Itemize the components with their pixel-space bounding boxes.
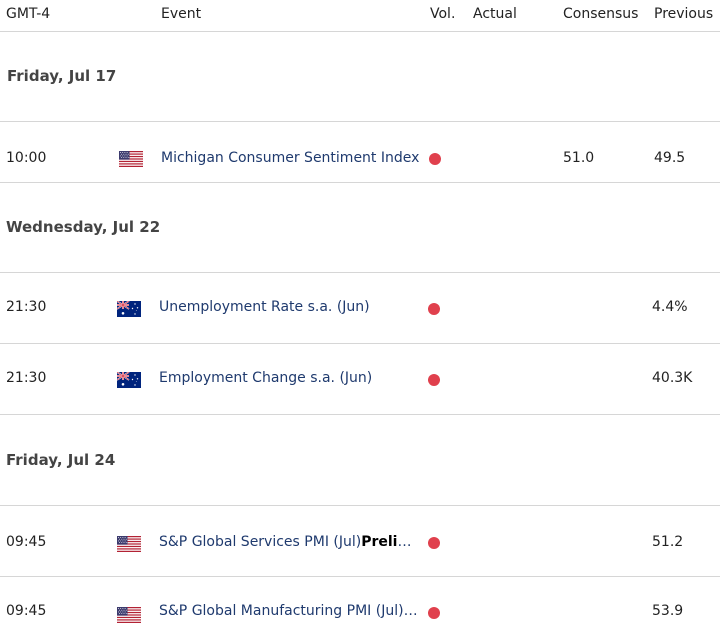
consensus-value: 51.0 xyxy=(563,150,595,166)
volatility-dot xyxy=(429,153,441,165)
table-row[interactable]: 21:30 Unemployment Rate s.a. (Jun) 4.4% xyxy=(0,273,720,344)
au-flag-icon xyxy=(117,372,141,388)
table-row[interactable]: 10:00 Michigan Consumer Sentiment Index … xyxy=(0,122,720,183)
previous-value: 53.9 xyxy=(652,603,684,619)
previous-value: 51.2 xyxy=(652,534,684,550)
consensus-column-header: Consensus xyxy=(563,6,639,22)
event-time: 21:30 xyxy=(6,299,47,315)
volatility-dot xyxy=(428,374,440,386)
volatility-dot xyxy=(428,607,440,619)
previous-column-header: Previous xyxy=(654,6,714,22)
event-name[interactable]: S&P Global Manufacturing PMI (Jul)Prelim… xyxy=(159,603,425,619)
volatility-dot xyxy=(428,303,440,315)
event-name[interactable]: S&P Global Services PMI (Jul)Preliminary xyxy=(159,534,425,550)
event-column-header: Event xyxy=(161,6,202,22)
event-time: 09:45 xyxy=(6,603,47,619)
table-header: GMT-4 Event Vol. Actual Consensus Previo… xyxy=(0,0,720,32)
us-flag-icon xyxy=(117,607,141,623)
event-name[interactable]: Employment Change s.a. (Jun) xyxy=(159,370,425,386)
previous-value: 4.4% xyxy=(652,299,688,315)
previous-value: 49.5 xyxy=(654,150,686,166)
table-row[interactable]: 09:45 S&P Global Services PMI (Jul)Preli… xyxy=(0,506,720,577)
table-row[interactable]: 09:45 S&P Global Manufacturing PMI (Jul)… xyxy=(0,577,720,627)
table-row[interactable]: 21:30 Employment Change s.a. (Jun) 40.3K xyxy=(0,344,720,415)
timezone-label[interactable]: GMT-4 xyxy=(6,6,50,22)
us-flag-icon xyxy=(117,536,141,552)
event-name[interactable]: Unemployment Rate s.a. (Jun) xyxy=(159,299,425,315)
us-flag-icon xyxy=(119,151,143,167)
au-flag-icon xyxy=(117,301,141,317)
event-time: 10:00 xyxy=(6,150,47,166)
event-time: 09:45 xyxy=(6,534,47,550)
vol-column-header: Vol. xyxy=(430,6,456,22)
volatility-dot xyxy=(428,537,440,549)
actual-column-header: Actual xyxy=(473,6,517,22)
previous-value: 40.3K xyxy=(652,370,693,386)
event-name[interactable]: Michigan Consumer Sentiment Index xyxy=(161,150,427,166)
event-time: 21:30 xyxy=(6,370,47,386)
